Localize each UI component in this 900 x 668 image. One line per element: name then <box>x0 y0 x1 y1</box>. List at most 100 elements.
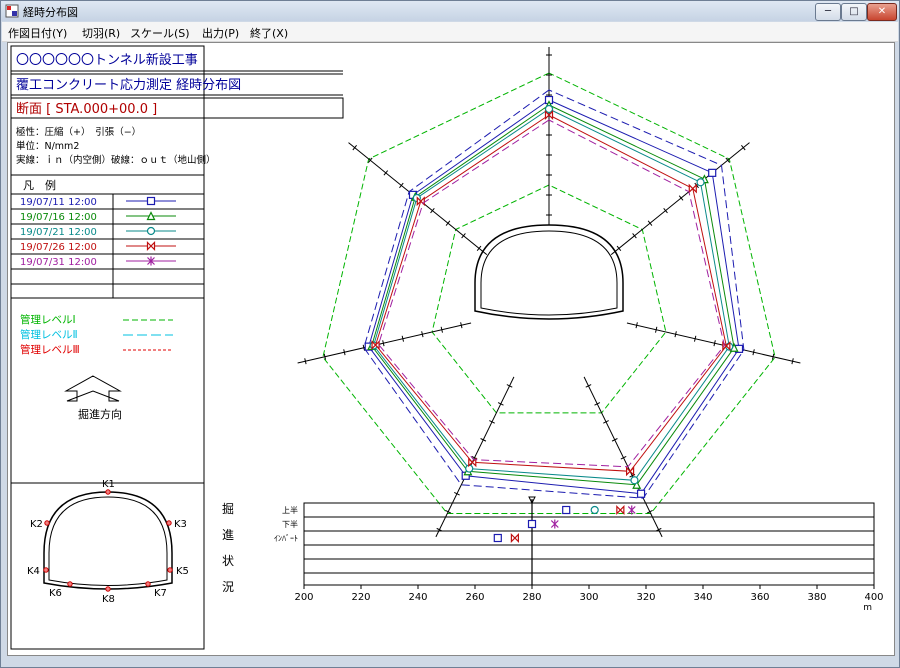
axis-4 <box>435 376 515 538</box>
axis-7 <box>610 142 750 256</box>
x-tick-label: 340 <box>693 592 712 603</box>
stress-distribution-chart <box>297 47 801 538</box>
section-gauge-K2 <box>44 520 50 526</box>
direction-arrow-icon <box>64 375 122 402</box>
x-tick-label: 300 <box>579 592 598 603</box>
tick <box>421 331 424 338</box>
series-point <box>625 466 635 477</box>
line-type-note: 実線：ｉｎ（内空側）破線：ｏｕｔ（地山側） <box>16 154 216 166</box>
progress-point <box>527 519 537 529</box>
menu-drawing-date[interactable]: 作図日付(Y) <box>8 25 67 41</box>
series-point <box>688 183 697 194</box>
section-gauge-K8 <box>105 586 111 592</box>
progress-point <box>590 505 599 515</box>
x-unit-label: m <box>863 603 872 613</box>
x-tick-label: 320 <box>636 592 655 603</box>
polarity-note: 極性：圧縮（+） 引張（−） <box>16 126 141 138</box>
series-point <box>696 178 705 187</box>
excavation-progress-chart: 掘進状況 上半下半 ｲﾝﾊﾞｰﾄ 200 220 240 260 280 300 320 340 36… <box>222 496 884 613</box>
tick <box>362 344 366 351</box>
drawing-svg: 〇〇〇〇〇〇トンネル新設工事 覆工コンクリート応力測定 経時分布図 断面 [ S… <box>10 45 884 650</box>
section-label-K6: K6 <box>49 588 62 599</box>
section-inner <box>48 496 168 586</box>
tunnel-outline-outer <box>474 224 624 320</box>
x-tick-label: 400 <box>864 592 883 603</box>
legend-table: 凡 例 19/07/11 12:00 19/07/16 12:00 19/07/… <box>11 174 204 299</box>
tick <box>713 340 716 347</box>
app-icon <box>5 4 19 18</box>
minimize-button[interactable]: ─ <box>815 3 841 21</box>
x-tick-label: 280 <box>522 592 541 603</box>
legend-date-3: 19/07/21 12:00 <box>20 227 97 238</box>
tunnel-section-icon: K1 K2 K3 K4 K5 K6 K8 K7 <box>27 479 189 605</box>
tick <box>401 335 405 342</box>
level-3-label: 管理レベルⅢ <box>20 343 80 356</box>
section-label-K3: K3 <box>174 519 187 530</box>
tick <box>635 322 638 329</box>
section-label-K2: K2 <box>30 519 43 530</box>
app-window: 経時分布図 ─ □ ✕ 作図日付(Y) 切羽(R) スケール(S) 出力(P) … <box>0 0 900 668</box>
menu-bar: 作図日付(Y) 切羽(R) スケール(S) 出力(P) 終了(X) <box>2 22 898 42</box>
progress-row-label: ｲﾝﾊﾞｰﾄ <box>274 534 298 543</box>
title-bar: 経時分布図 ─ □ ✕ <box>1 1 899 21</box>
axis-3 <box>297 322 472 364</box>
progress-side-label: 掘 <box>222 501 234 516</box>
tick <box>382 340 385 347</box>
series-line-2 <box>368 99 740 495</box>
progress-point <box>510 533 519 543</box>
progress-side-label: 状 <box>222 554 234 568</box>
tick <box>655 326 658 333</box>
legend-marker-4 <box>146 241 156 251</box>
legend-date-4: 19/07/26 12:00 <box>20 242 97 253</box>
section-label-K7: K7 <box>154 588 167 599</box>
level-1-label: 管理レベルⅠ <box>20 313 76 326</box>
progress-side-label: 況 <box>222 579 234 594</box>
tick <box>440 326 443 333</box>
series-line-1 <box>363 89 745 499</box>
tick <box>752 349 755 356</box>
level-2-label: 管理レベルⅡ <box>20 328 78 341</box>
x-tick-label: 260 <box>465 592 484 603</box>
section-label-K1: K1 <box>102 479 115 490</box>
maximize-button[interactable]: □ <box>841 3 867 21</box>
legend-date-1: 19/07/11 12:00 <box>20 197 97 208</box>
progress-point <box>627 505 636 515</box>
series-point <box>630 476 639 485</box>
project-title: 〇〇〇〇〇〇トンネル新設工事 <box>16 52 198 68</box>
section-label-K4: K4 <box>27 566 40 577</box>
progress-row-label: 上半 <box>282 505 298 515</box>
section-gauge-K6 <box>67 581 73 587</box>
management-levels: 管理レベルⅠ 管理レベルⅡ 管理レベルⅢ <box>20 313 173 356</box>
window-title: 経時分布図 <box>23 6 78 19</box>
progress-row-label: 下半 <box>282 519 298 529</box>
series-point <box>636 489 646 498</box>
unit-note: 単位：N/mm2 <box>16 140 79 152</box>
progress-point <box>616 505 625 515</box>
section-gauge-K3 <box>166 520 172 526</box>
section-label-K8: K8 <box>102 594 115 605</box>
tick <box>304 358 307 365</box>
tick <box>693 335 697 342</box>
progress-point <box>493 533 502 543</box>
x-tick-label: 220 <box>351 592 370 603</box>
series-line-3 <box>371 104 735 486</box>
progress-side-label: 進 <box>222 528 234 542</box>
section-gauge-K4 <box>43 567 49 573</box>
report-subtitle: 覆工コンクリート応力測定 経時分布図 <box>16 78 241 93</box>
menu-exit[interactable]: 終了(X) <box>250 25 288 41</box>
series-line-5 <box>375 114 727 472</box>
series-point <box>544 104 554 114</box>
section-gauge-K5 <box>167 567 173 573</box>
section-outer <box>43 491 173 590</box>
tick <box>343 349 346 356</box>
legend-marker-1 <box>146 196 156 206</box>
menu-output[interactable]: 出力(P) <box>202 25 239 41</box>
menu-face[interactable]: 切羽(R) <box>82 25 120 41</box>
x-tick-label: 380 <box>807 592 826 603</box>
close-button[interactable]: ✕ <box>867 3 897 21</box>
menu-scale[interactable]: スケール(S) <box>130 25 190 41</box>
tunnel-outline-inner <box>480 230 618 316</box>
drawing-canvas: 〇〇〇〇〇〇トンネル新設工事 覆工コンクリート応力測定 経時分布図 断面 [ S… <box>7 42 895 656</box>
tick <box>460 322 463 329</box>
legend-marker-3 <box>146 226 156 236</box>
